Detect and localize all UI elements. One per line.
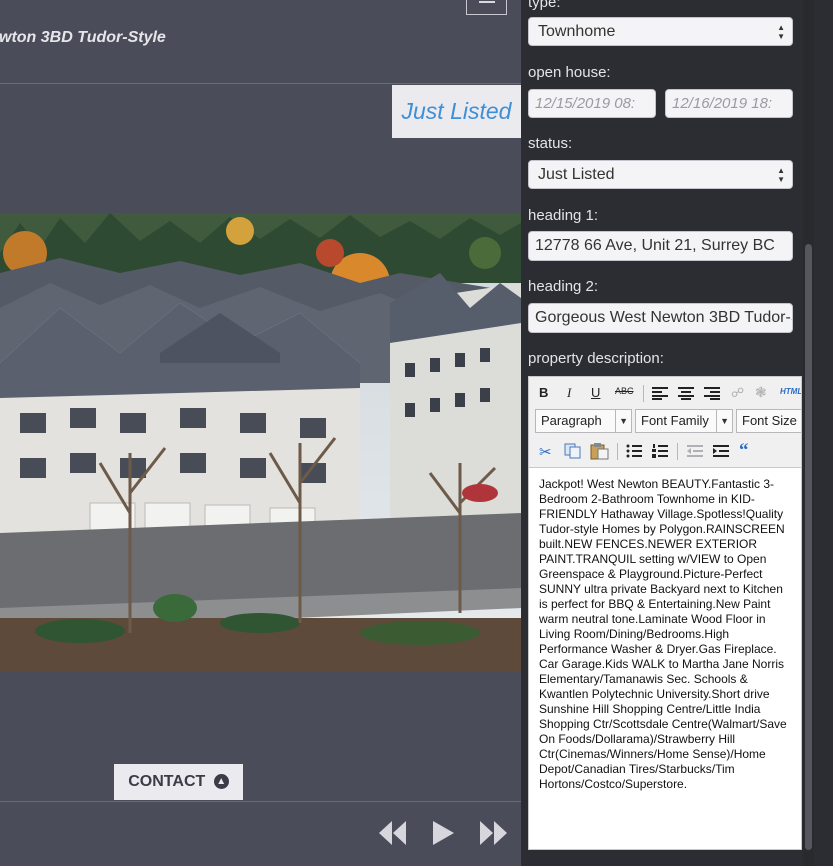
heading2-input[interactable]: Gorgeous West Newton 3BD Tudor-Style [528,303,793,333]
outdent-icon[interactable] [687,444,703,458]
status-label: status: [528,135,573,152]
play-icon[interactable] [430,818,456,848]
font-size-select[interactable]: Font Size [736,409,801,433]
select-arrows-icon: ▲ ▼ [777,166,785,184]
scrollbar-thumb[interactable] [805,244,812,850]
toolbar-separator [643,385,644,402]
heading1-input[interactable]: 12778 66 Ave, Unit 21, Surrey BC [528,231,793,261]
toolbar-separator [617,443,618,460]
status-value: Just Listed [538,166,615,183]
font-size-value: Font Size [742,413,797,428]
listing-preview: wton 3BD Tudor-Style Just Listed CONTACT… [0,0,521,866]
font-family-value: Font Family [641,413,709,428]
divider [0,83,521,84]
html-source-icon[interactable]: HTML [780,387,801,396]
description-text: Jackpot! West Newton BEAUTY.Fantastic 3-… [539,477,787,791]
status-select[interactable]: Just Listed ▲ ▼ [528,160,793,189]
menu-button[interactable] [466,0,507,15]
align-right-icon[interactable] [704,386,720,400]
open-house-label: open house: [528,64,611,81]
bold-icon[interactable]: B [539,385,548,400]
status-badge: Just Listed [392,85,521,138]
heading2-label: heading 2: [528,278,599,295]
chevron-up-icon: ▲ [213,774,229,790]
property-photo [0,213,521,671]
link-icon[interactable]: ☍ [731,385,744,401]
italic-icon[interactable]: I [567,385,571,401]
format-select[interactable]: Paragraph ▼ [535,409,632,433]
cut-icon[interactable]: ✂ [539,443,552,461]
open-house-start-input[interactable]: 12/15/2019 08: [528,89,656,118]
heading1-label: heading 1: [528,207,599,224]
blockquote-icon[interactable]: “ [739,440,749,462]
description-textarea[interactable]: Jackpot! West Newton BEAUTY.Fantastic 3-… [529,467,801,849]
underline-icon[interactable]: U [591,385,600,400]
fast-forward-icon[interactable] [478,818,508,848]
description-label: property description: [528,350,664,367]
bullet-list-icon[interactable] [626,444,642,458]
description-editor: B I U ABC ☍ ❃ HTML Paragraph ▼ Font Fami… [528,376,802,850]
divider [0,801,521,802]
align-center-icon[interactable] [678,386,694,400]
type-value: Townhome [538,23,616,40]
caret-down-icon: ▼ [615,410,628,432]
type-select[interactable]: Townhome ▲ ▼ [528,17,793,46]
caret-down-icon: ▼ [716,410,729,432]
listing-subheading: wton 3BD Tudor-Style [0,29,166,46]
numbered-list-icon[interactable] [652,444,668,458]
open-house-end-input[interactable]: 12/16/2019 18: [665,89,793,118]
format-value: Paragraph [541,413,602,428]
select-arrows-icon: ▲ ▼ [777,23,785,41]
unlink-icon[interactable]: ❃ [755,384,767,401]
type-label: type: [528,0,561,11]
font-family-select[interactable]: Font Family ▼ [635,409,733,433]
strikethrough-icon[interactable]: ABC [615,386,634,396]
toolbar-separator [677,443,678,460]
rewind-icon[interactable] [378,818,408,848]
align-left-icon[interactable] [652,386,668,400]
indent-icon[interactable] [713,444,729,458]
contact-button[interactable]: CONTACT ▲ [114,764,243,800]
copy-icon[interactable] [564,443,582,459]
paste-icon[interactable] [589,442,609,460]
contact-label: CONTACT [128,773,206,790]
hamburger-icon [479,1,495,3]
